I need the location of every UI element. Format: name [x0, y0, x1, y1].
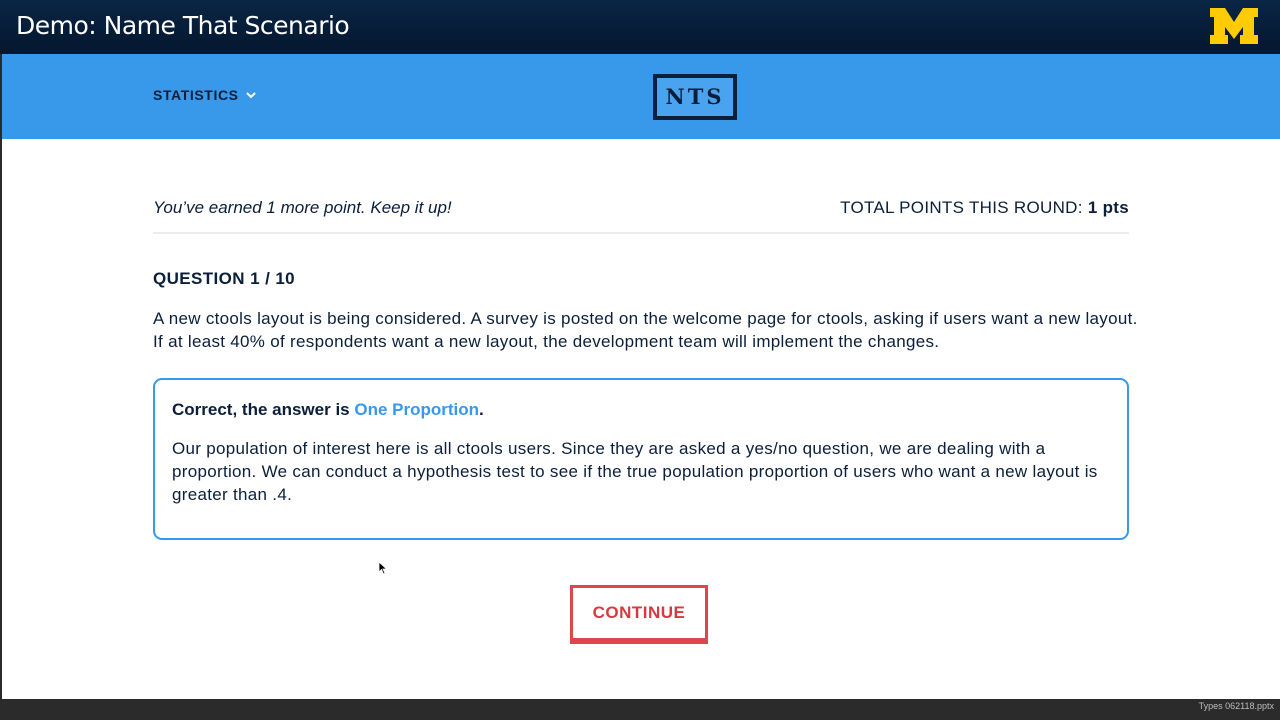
mouse-cursor-icon	[378, 561, 388, 575]
answer-suffix: .	[479, 400, 484, 419]
points-value: 1 pts	[1087, 198, 1129, 217]
points-label: TOTAL POINTS THIS ROUND:	[840, 198, 1083, 217]
statistics-menu[interactable]: STATISTICS	[153, 87, 257, 103]
answer-heading: Correct, the answer is One Proportion.	[172, 400, 484, 420]
nts-logo-text: NTS	[665, 84, 725, 109]
divider	[153, 232, 1129, 234]
chevron-down-icon	[245, 92, 256, 99]
slide-title-bar: Demo: Name That Scenario	[0, 0, 1280, 54]
navbar: STATISTICS NTS	[2, 54, 1280, 139]
slide-title: Demo: Name That Scenario	[16, 11, 350, 40]
file-label: Types 062118.pptx	[1198, 701, 1274, 711]
answer-explanation: Our population of interest here is all c…	[172, 439, 1098, 504]
browser-page: STATISTICS NTS You’ve earned 1 more poin…	[2, 54, 1280, 699]
question-number: QUESTION 1 / 10	[153, 269, 296, 288]
question-text: A new ctools layout is being considered.…	[153, 309, 1138, 351]
nts-logo[interactable]: NTS	[653, 74, 737, 120]
block-m-logo	[1210, 8, 1258, 44]
continue-button[interactable]: CONTINUE	[570, 585, 708, 644]
answer-name: One Proportion	[354, 400, 480, 419]
statistics-menu-label: STATISTICS	[153, 87, 239, 103]
feedback-message: You’ve earned 1 more point. Keep it up!	[153, 198, 452, 217]
points-total: TOTAL POINTS THIS ROUND: 1 pts	[840, 198, 1129, 218]
answer-prefix: Correct, the answer is	[172, 400, 350, 419]
answer-box: Correct, the answer is One Proportion. O…	[153, 378, 1129, 540]
